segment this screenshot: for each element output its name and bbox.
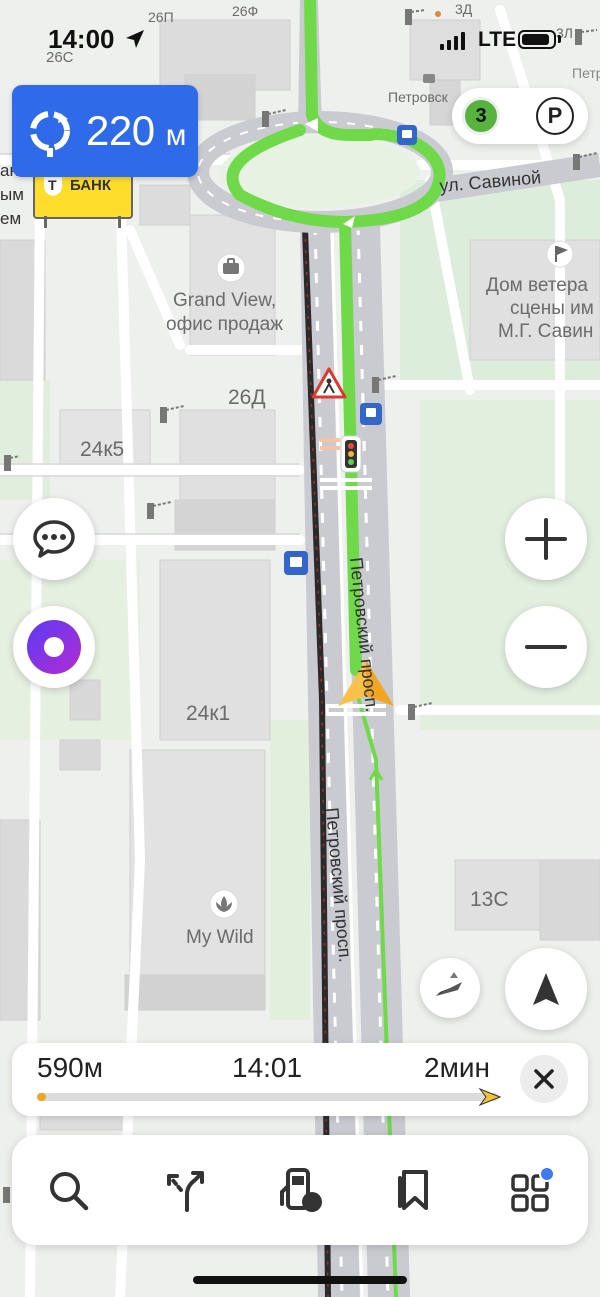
- alice-button[interactable]: [13, 606, 95, 688]
- status-time: 14:00: [48, 24, 115, 54]
- parking-button[interactable]: P: [536, 97, 574, 135]
- map-label-my-wild: My Wild: [186, 927, 254, 948]
- bookmarks-button[interactable]: [386, 1162, 442, 1218]
- maneuver-distance: 220 м: [86, 107, 186, 155]
- chat-button[interactable]: [13, 498, 95, 580]
- map-label-petr-right: Петр: [572, 65, 600, 81]
- map-label-26d: 26Д: [228, 386, 266, 409]
- destination-arrow-icon: [478, 1087, 502, 1107]
- map-label-grand-view-2: офис продаж: [166, 314, 283, 335]
- route-remaining-time: 2мин: [424, 1052, 490, 1083]
- battery-icon: [518, 30, 556, 49]
- locate-button[interactable]: [505, 948, 587, 1030]
- signal-icon: [440, 32, 465, 50]
- close-icon: [534, 1069, 554, 1089]
- services-button[interactable]: [503, 1162, 559, 1218]
- route-arrival-time: 14:01: [232, 1052, 303, 1083]
- search-icon: [50, 1172, 89, 1211]
- services-grid-icon: [511, 1166, 555, 1212]
- maneuver-distance-value: 220: [86, 107, 155, 154]
- route-remaining-distance: 590м: [37, 1052, 103, 1083]
- map-label-26p: 26П: [148, 9, 174, 25]
- home-indicator[interactable]: [193, 1276, 407, 1284]
- bookmark-icon: [398, 1170, 428, 1210]
- routes-button[interactable]: [157, 1162, 213, 1218]
- fuel-button[interactable]: [272, 1162, 328, 1218]
- navigation-arrow-icon: [533, 973, 559, 1005]
- route-progress-fill: [37, 1093, 47, 1101]
- network-type: LTE: [478, 28, 517, 51]
- map-label-grand-view-1: Grand View,: [173, 290, 276, 311]
- minus-icon: [525, 645, 567, 649]
- map-label-left-3: ем: [0, 209, 21, 228]
- map-label-3d: 3Д: [455, 1, 473, 17]
- fuel-station-icon: [280, 1168, 322, 1212]
- location-arrow-icon: [126, 30, 144, 48]
- search-button[interactable]: [40, 1162, 96, 1218]
- close-route-button[interactable]: [520, 1055, 568, 1103]
- alice-icon: [27, 620, 81, 674]
- map-label-dom-2: сцены им: [510, 298, 594, 319]
- map-label-24k5: 24к5: [80, 438, 124, 461]
- map-label-dom-1: Дом ветера: [486, 275, 588, 296]
- map-label-dom-3: М.Г. Савин: [498, 321, 593, 342]
- bank-letter: Т: [48, 177, 57, 193]
- maneuver-card[interactable]: 220 м: [12, 85, 198, 177]
- compass-icon: [436, 972, 462, 996]
- traffic-score-button[interactable]: 3: [462, 97, 500, 135]
- map-label-left-2: ым: [0, 185, 24, 204]
- roundabout-icon: [30, 111, 70, 157]
- map-label-26f: 26Ф: [232, 3, 258, 19]
- battery-nub: [558, 35, 561, 43]
- route-progress-bar: [37, 1093, 499, 1101]
- chat-icon: [33, 520, 75, 558]
- map-label-24k1: 24к1: [186, 702, 230, 725]
- route-fork-icon: [167, 1171, 204, 1212]
- map-label-13s: 13С: [470, 888, 509, 911]
- maneuver-distance-unit: м: [165, 119, 187, 152]
- plus-icon: [525, 518, 567, 560]
- zoom-in-button[interactable]: [505, 498, 587, 580]
- zoom-out-button[interactable]: [505, 606, 587, 688]
- bank-label: БАНК: [70, 177, 112, 194]
- compass-button[interactable]: [420, 958, 480, 1018]
- map-label-petrovsk-top: Петровск: [388, 89, 449, 105]
